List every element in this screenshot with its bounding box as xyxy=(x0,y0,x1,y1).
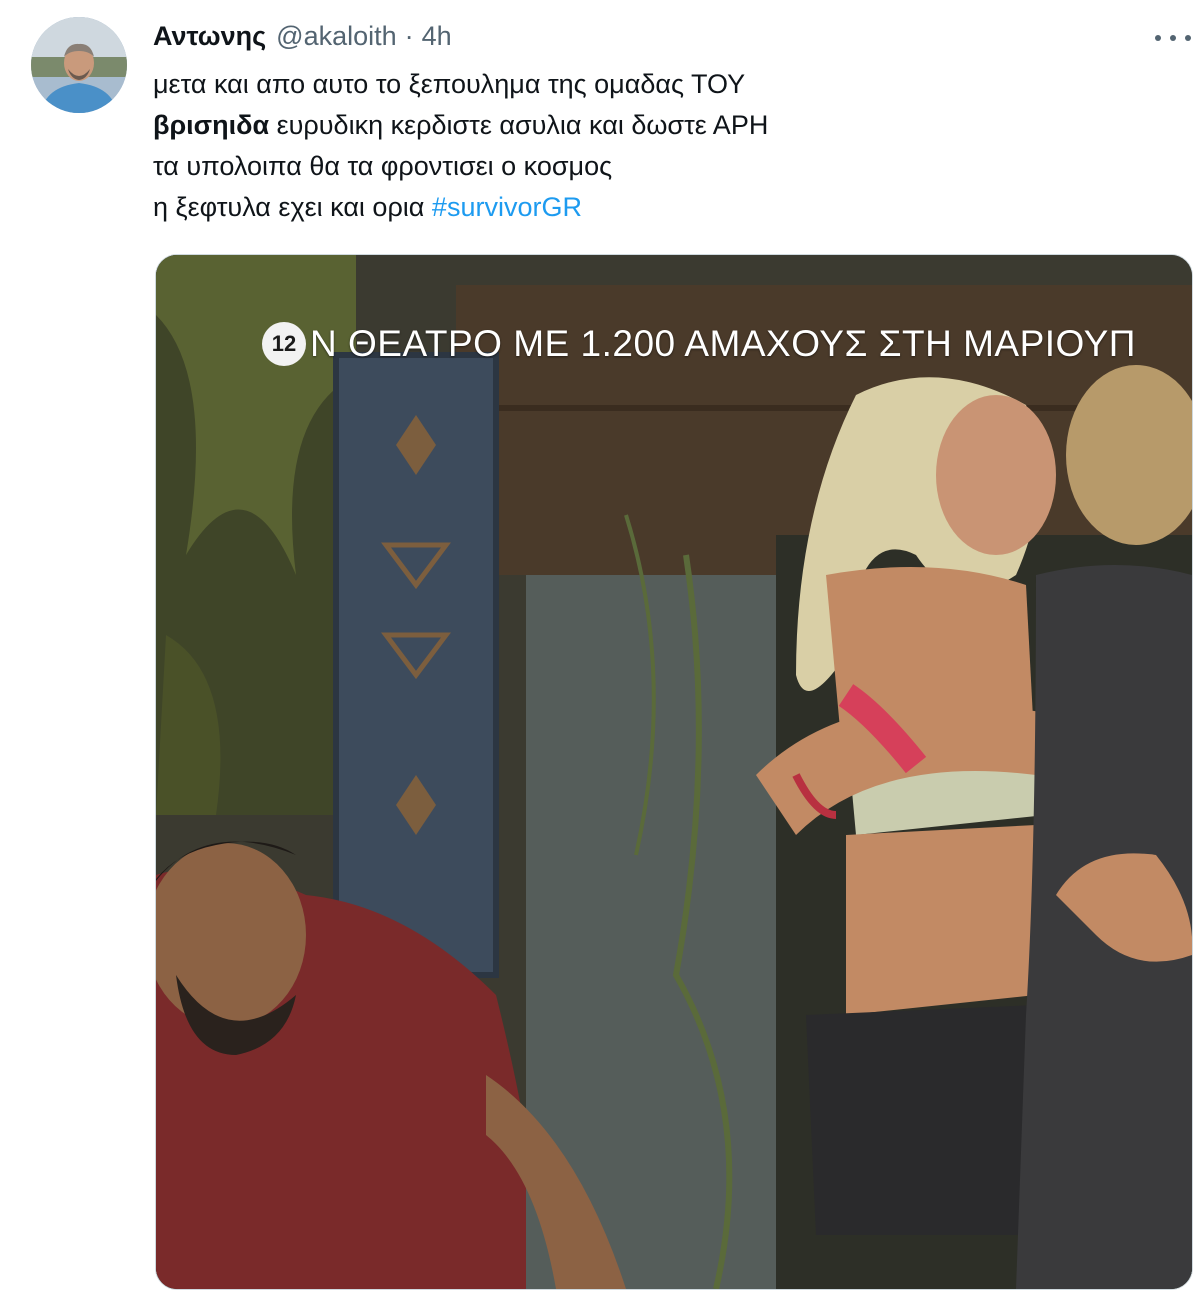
tweet-text-line-2: βρισηιδα ευρυδικη κερδιστε ασυλια και δω… xyxy=(153,105,768,146)
hashtag-link[interactable]: #survivorGR xyxy=(432,192,582,222)
tweet-header: Αντωνης @akaloith · 4h xyxy=(153,18,452,54)
tweet-timestamp[interactable]: 4h xyxy=(422,21,452,52)
tweet-text-line-2-rest: ευρυδικη κερδιστε ασυλια και δωστε ΑΡΗ xyxy=(269,110,769,140)
tweet-text-line-3: τα υπολοιπα θα τα φροντισει ο κοσμος xyxy=(153,151,613,181)
separator-dot: · xyxy=(404,20,414,51)
tweet-text-line-4-text: η ξεφτυλα εχει και ορια xyxy=(153,192,432,222)
avatar[interactable] xyxy=(31,17,127,113)
author-handle[interactable]: @akaloith xyxy=(276,21,396,52)
tweet-media-image[interactable]: 12 Ν ΘΕΑΤΡΟ ΜΕ 1.200 ΑΜΑΧΟΥΣ ΣΤΗ ΜΑΡΙΟΥΠ xyxy=(155,254,1193,1290)
bold-name: βρισηιδα xyxy=(153,110,270,140)
more-horizontal-icon[interactable] xyxy=(1155,24,1191,52)
tweet-text-line-4: η ξεφτυλα εχει και ορια #survivorGR xyxy=(153,187,768,228)
tweet-text-line-1: μετα και απο αυτο το ξεπουλημα της ομαδα… xyxy=(153,69,746,99)
more-dot xyxy=(1155,35,1161,41)
channel-logo: 12 xyxy=(262,322,306,366)
author-name[interactable]: Αντωνης xyxy=(153,21,266,52)
ticker-text: Ν ΘΕΑΤΡΟ ΜΕ 1.200 ΑΜΑΧΟΥΣ ΣΤΗ ΜΑΡΙΟΥΠ xyxy=(310,323,1137,364)
news-ticker: 12 Ν ΘΕΑΤΡΟ ΜΕ 1.200 ΑΜΑΧΟΥΣ ΣΤΗ ΜΑΡΙΟΥΠ xyxy=(262,321,1136,367)
more-dot xyxy=(1170,35,1176,41)
more-dot xyxy=(1185,35,1191,41)
media-scene xyxy=(156,255,1192,1289)
tweet-text: μετα και απο αυτο το ξεπουλημα της ομαδα… xyxy=(153,64,768,228)
tweet-card: Αντωνης @akaloith · 4h μετα και απο αυτο… xyxy=(0,0,1202,1300)
